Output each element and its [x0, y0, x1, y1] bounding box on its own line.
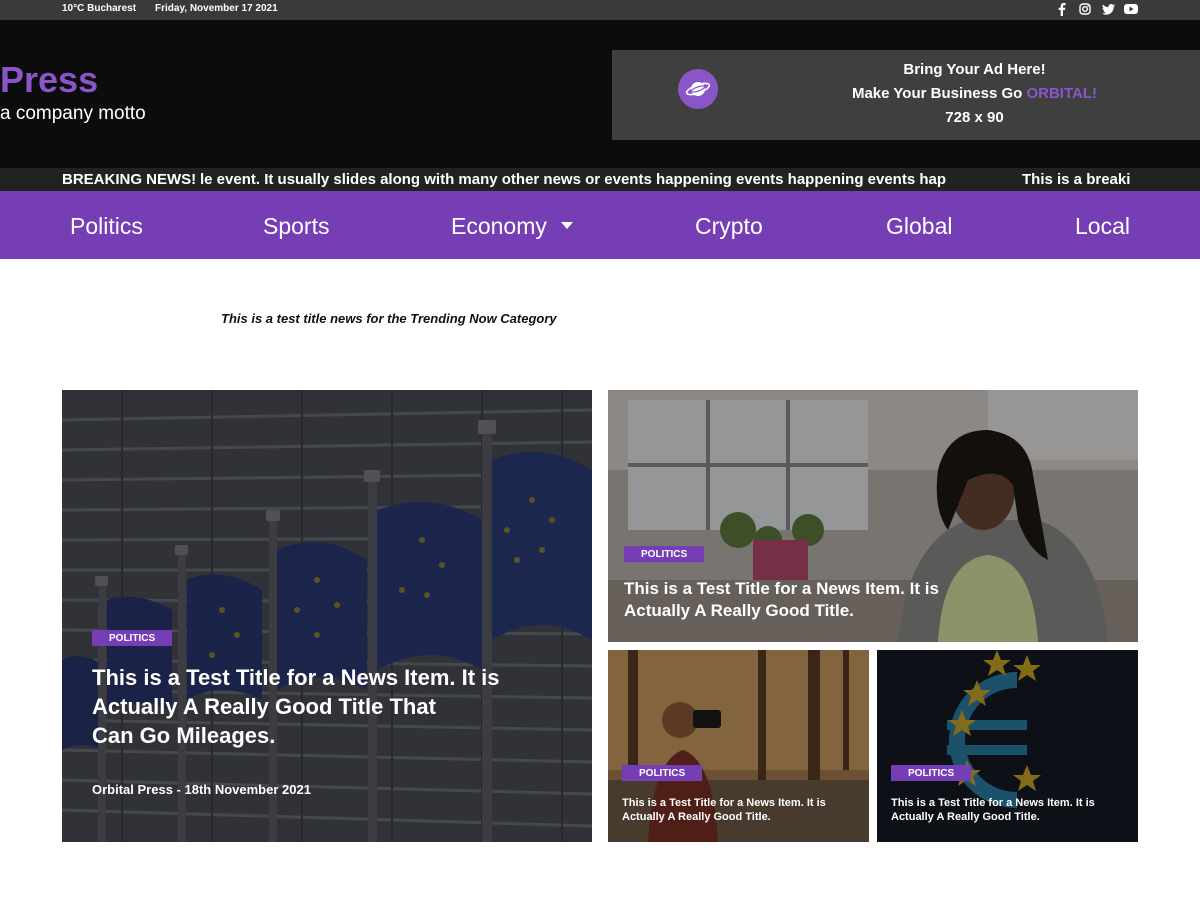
facebook-icon[interactable] — [1055, 2, 1069, 16]
breaking-news-label: BREAKING NEWS! — [62, 171, 197, 188]
title-line: Actually A Really Good Title. — [891, 811, 1040, 823]
news-card-byline: Orbital Press - 18th November 2021 — [92, 782, 311, 797]
nav-item-politics[interactable]: Politics — [70, 213, 143, 239]
trending-title[interactable]: This is a test title news for the Trendi… — [221, 311, 557, 326]
main-nav: Politics Sports Economy Crypto Global Lo… — [0, 191, 1200, 259]
brand-motto: a company motto — [0, 103, 146, 124]
nav-item-economy[interactable]: Economy — [451, 213, 573, 239]
category-badge[interactable]: POLITICS — [624, 546, 705, 562]
breaking-news-ticker[interactable]: le event. It usually slides along with m… — [200, 171, 946, 188]
title-line: This is a Test Title for a News Item. It… — [92, 665, 500, 690]
category-badge[interactable]: POLITICS — [92, 630, 173, 646]
news-card-title[interactable]: This is a Test Title for a News Item. It… — [624, 578, 939, 622]
title-line: Actually A Really Good Title. — [624, 601, 854, 620]
twitter-icon[interactable] — [1101, 2, 1115, 16]
social-links — [1055, 2, 1138, 16]
title-line: Actually A Really Good Title. — [622, 811, 771, 823]
nav-item-sports[interactable]: Sports — [263, 213, 329, 239]
ad-banner[interactable]: Bring Your Ad Here! Make Your Business G… — [612, 50, 1200, 140]
title-line: This is a Test Title for a News Item. It… — [624, 579, 939, 598]
news-card-title[interactable]: This is a Test Title for a News Item. It… — [92, 663, 500, 750]
ad-line-2-prefix: Make Your Business Go — [851, 85, 1027, 102]
date-text: Friday, November 17 2021 — [155, 3, 278, 14]
instagram-icon[interactable] — [1078, 2, 1092, 16]
weather-text: 10°C Bucharest — [62, 3, 137, 14]
site-header: Press a company motto Bring Your Ad Here… — [0, 20, 1200, 168]
nav-item-global[interactable]: Global — [886, 213, 952, 239]
youtube-icon[interactable] — [1124, 2, 1138, 16]
ad-line-3: 728 x 90 — [945, 109, 1004, 126]
image-overlay — [62, 390, 592, 842]
top-bar: 10°C Bucharest Friday, November 17 2021 — [0, 0, 1200, 20]
planet-icon — [678, 69, 718, 109]
news-card-bottom-left[interactable]: POLITICS This is a Test Title for a News… — [608, 650, 869, 842]
nav-item-local[interactable]: Local — [1075, 213, 1130, 239]
caret-down-icon — [560, 222, 573, 229]
ad-line-2-accent: ORBITAL! — [1026, 85, 1098, 102]
title-line: This is a Test Title for a News Item. It… — [891, 797, 1095, 809]
breaking-news-ticker-next[interactable]: This is a breaki — [1022, 171, 1130, 188]
news-card-bottom-right[interactable]: POLITICS This is a Test Title for a News… — [877, 650, 1138, 842]
nav-item-economy-label: Economy — [451, 213, 547, 239]
news-card-title[interactable]: This is a Test Title for a News Item. It… — [891, 796, 1095, 824]
brand-name: Press — [0, 59, 99, 100]
title-line: This is a Test Title for a News Item. It… — [622, 797, 826, 809]
nav-item-crypto[interactable]: Crypto — [695, 213, 763, 239]
title-line: Actually A Really Good Title That — [92, 694, 436, 719]
category-badge[interactable]: POLITICS — [622, 765, 703, 781]
category-badge[interactable]: POLITICS — [891, 765, 972, 781]
ad-text: Bring Your Ad Here! Make Your Business G… — [812, 58, 1137, 130]
news-card-title[interactable]: This is a Test Title for a News Item. It… — [622, 796, 826, 824]
title-line: Can Go Mileages. — [92, 723, 276, 748]
news-card-main[interactable]: POLITICS This is a Test Title for a News… — [62, 390, 592, 842]
news-card-top-right[interactable]: POLITICS This is a Test Title for a News… — [608, 390, 1138, 642]
brand[interactable]: Press a company motto — [0, 58, 146, 126]
ad-line-2: Make Your Business Go ORBITAL! — [812, 82, 1137, 106]
ad-line-1: Bring Your Ad Here! — [903, 61, 1046, 78]
breaking-news-bar: BREAKING NEWS! le event. It usually slid… — [0, 168, 1200, 191]
